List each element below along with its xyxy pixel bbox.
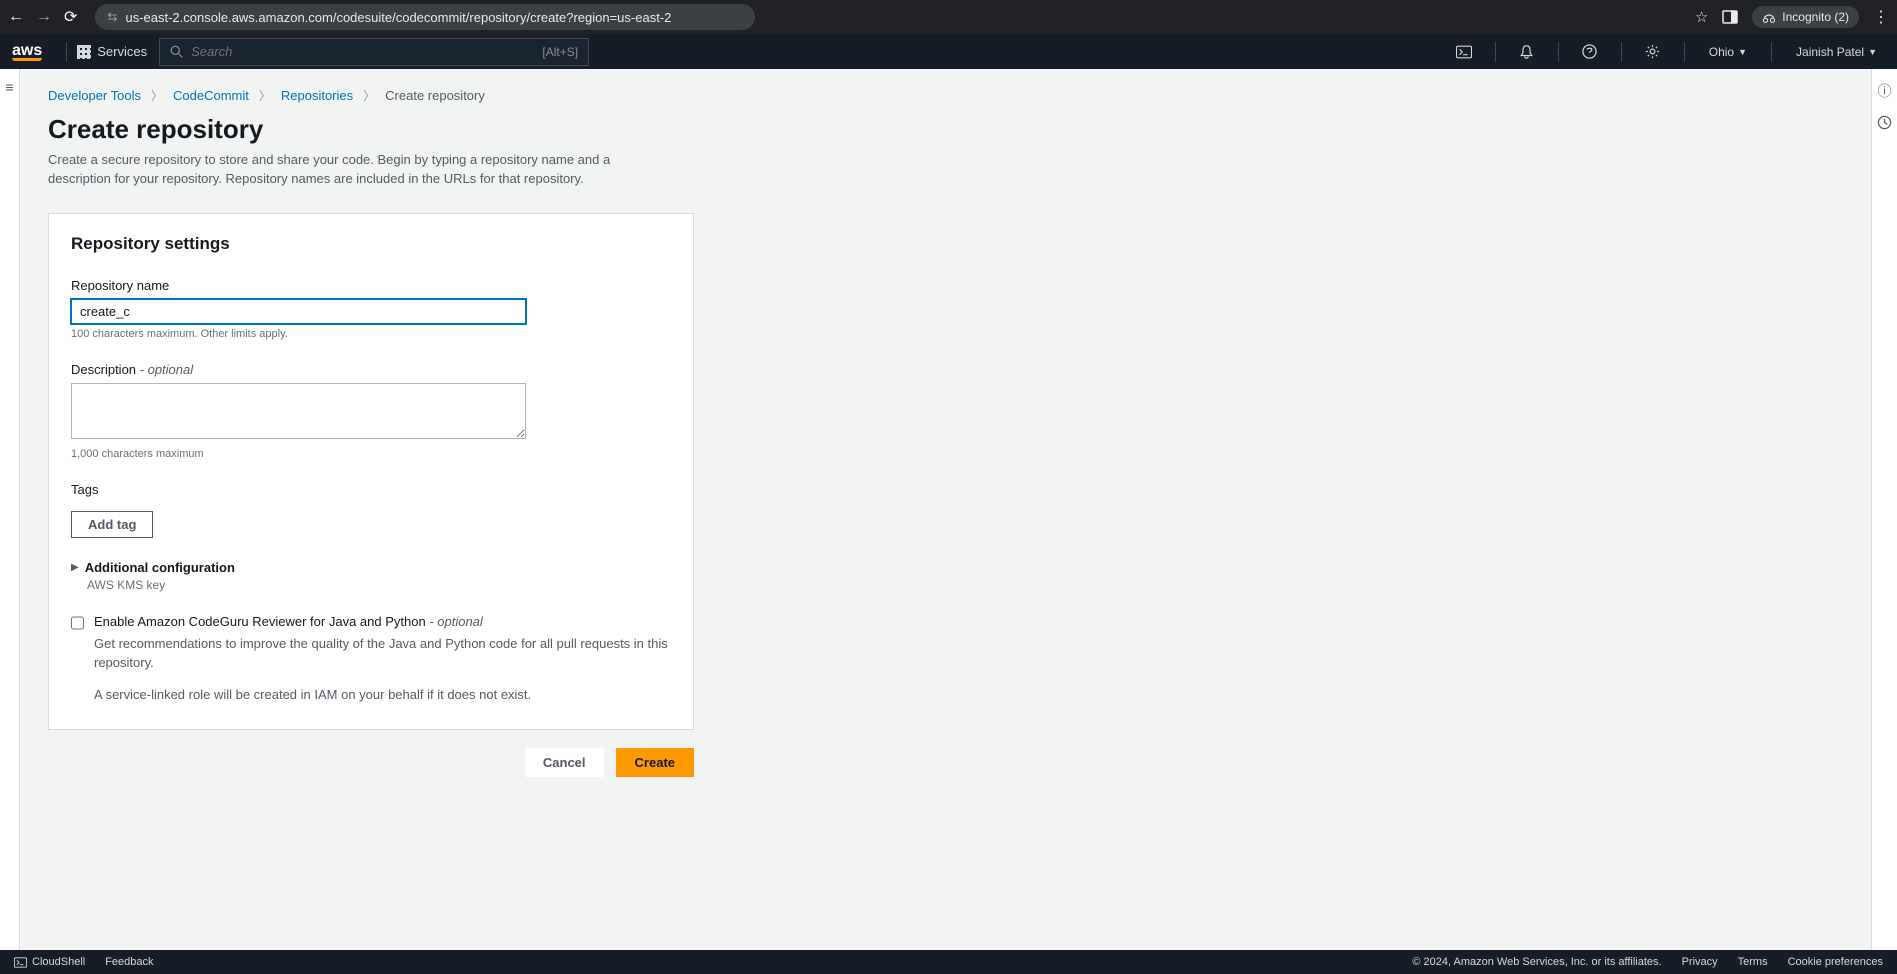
codeguru-label-text: Enable Amazon CodeGuru Reviewer for Java… — [94, 614, 426, 629]
description-input[interactable] — [71, 383, 526, 439]
region-label: Ohio — [1709, 45, 1734, 59]
browser-tab-bar: ← → ⟳ ⇆ us-east-2.console.aws.amazon.com… — [0, 0, 1897, 34]
reload-icon[interactable]: ⟳ — [64, 7, 77, 27]
cancel-button[interactable]: Cancel — [525, 748, 604, 777]
bookmark-star-icon[interactable]: ☆ — [1695, 8, 1708, 26]
privacy-link[interactable]: Privacy — [1682, 956, 1718, 968]
copyright-text: © 2024, Amazon Web Services, Inc. or its… — [1412, 956, 1661, 968]
caret-down-icon: ▼ — [1738, 47, 1747, 57]
codeguru-checkbox[interactable] — [71, 616, 84, 630]
repo-name-hint: 100 characters maximum. Other limits app… — [71, 328, 671, 340]
form-actions: Cancel Create — [48, 748, 694, 777]
notifications-icon[interactable] — [1512, 44, 1542, 60]
address-bar[interactable]: ⇆ us-east-2.console.aws.amazon.com/codes… — [95, 4, 755, 30]
codeguru-desc-1: Get recommendations to improve the quali… — [94, 635, 671, 673]
aws-top-nav: aws Services [Alt+S] Ohio ▼ — [0, 34, 1897, 69]
incognito-indicator[interactable]: Incognito (2) — [1752, 6, 1859, 28]
forward-arrow-icon: → — [36, 8, 52, 26]
account-menu[interactable]: Jainish Patel ▼ — [1788, 45, 1885, 59]
description-label: Description - optional — [71, 362, 671, 377]
services-label: Services — [97, 44, 147, 59]
breadcrumb-current: Create repository — [385, 88, 485, 103]
description-label-text: Description — [71, 362, 136, 377]
settings-icon[interactable] — [1638, 44, 1668, 59]
description-optional: - optional — [136, 362, 193, 377]
breadcrumb-repositories[interactable]: Repositories — [281, 88, 353, 103]
repo-name-input[interactable] — [71, 299, 526, 324]
cookie-link[interactable]: Cookie preferences — [1788, 956, 1883, 968]
aws-logo[interactable]: aws — [12, 42, 42, 61]
page-description: Create a secure repository to store and … — [48, 151, 648, 189]
create-button[interactable]: Create — [616, 748, 694, 777]
help-icon[interactable] — [1575, 44, 1605, 59]
clock-icon[interactable] — [1877, 115, 1892, 130]
page-title: Create repository — [48, 114, 1843, 145]
browser-menu-icon[interactable]: ⋮ — [1873, 7, 1889, 27]
services-menu[interactable]: Services — [77, 44, 147, 59]
search-icon — [170, 45, 183, 58]
codeguru-label: Enable Amazon CodeGuru Reviewer for Java… — [94, 614, 554, 629]
aws-search-bar[interactable]: [Alt+S] — [159, 38, 589, 66]
grid-icon — [77, 45, 91, 59]
add-tag-button[interactable]: Add tag — [71, 511, 153, 538]
repo-name-label: Repository name — [71, 278, 671, 293]
user-label: Jainish Patel — [1796, 45, 1864, 59]
terms-link[interactable]: Terms — [1738, 956, 1768, 968]
site-info-icon[interactable]: ⇆ — [107, 10, 117, 24]
side-panel-icon[interactable] — [1722, 9, 1738, 25]
codeguru-field: Enable Amazon CodeGuru Reviewer for Java… — [71, 614, 671, 706]
codeguru-optional: - optional — [426, 614, 483, 629]
main-content: Developer Tools 〉 CodeCommit 〉 Repositor… — [20, 69, 1871, 950]
left-rail: ≡ — [0, 69, 20, 950]
additional-config-toggle[interactable]: ▶ Additional configuration — [71, 560, 671, 575]
additional-config-label: Additional configuration — [85, 560, 235, 575]
cloudshell-icon[interactable] — [1449, 45, 1479, 59]
caret-right-icon: ▶ — [71, 562, 79, 573]
right-rail: ⓘ — [1871, 69, 1897, 950]
incognito-label: Incognito (2) — [1782, 10, 1849, 24]
tags-label: Tags — [71, 482, 671, 497]
aws-footer: CloudShell Feedback © 2024, Amazon Web S… — [0, 950, 1897, 974]
breadcrumb: Developer Tools 〉 CodeCommit 〉 Repositor… — [48, 87, 1843, 104]
repository-settings-panel: Repository settings Repository name 100 … — [48, 213, 694, 731]
codeguru-desc-2: A service-linked role will be created in… — [94, 686, 671, 705]
feedback-link[interactable]: Feedback — [105, 956, 153, 968]
additional-config-sub: AWS KMS key — [87, 578, 671, 592]
chevron-right-icon: 〉 — [363, 87, 375, 104]
browser-nav-controls: ← → ⟳ — [8, 7, 77, 27]
chevron-right-icon: 〉 — [259, 87, 271, 104]
hamburger-icon[interactable]: ≡ — [5, 79, 13, 950]
url-text: us-east-2.console.aws.amazon.com/codesui… — [125, 10, 671, 25]
breadcrumb-codecommit[interactable]: CodeCommit — [173, 88, 249, 103]
search-input[interactable] — [191, 44, 534, 59]
cloudshell-link[interactable]: CloudShell — [14, 956, 85, 968]
description-hint: 1,000 characters maximum — [71, 448, 671, 460]
info-icon[interactable]: ⓘ — [1878, 81, 1892, 101]
search-kbd-hint: [Alt+S] — [542, 45, 578, 59]
back-arrow-icon[interactable]: ← — [8, 8, 24, 26]
panel-heading: Repository settings — [71, 234, 671, 254]
region-selector[interactable]: Ohio ▼ — [1701, 45, 1755, 59]
chevron-right-icon: 〉 — [151, 87, 163, 104]
breadcrumb-devtools[interactable]: Developer Tools — [48, 88, 141, 103]
caret-down-icon: ▼ — [1868, 47, 1877, 57]
cloudshell-label: CloudShell — [32, 956, 85, 968]
